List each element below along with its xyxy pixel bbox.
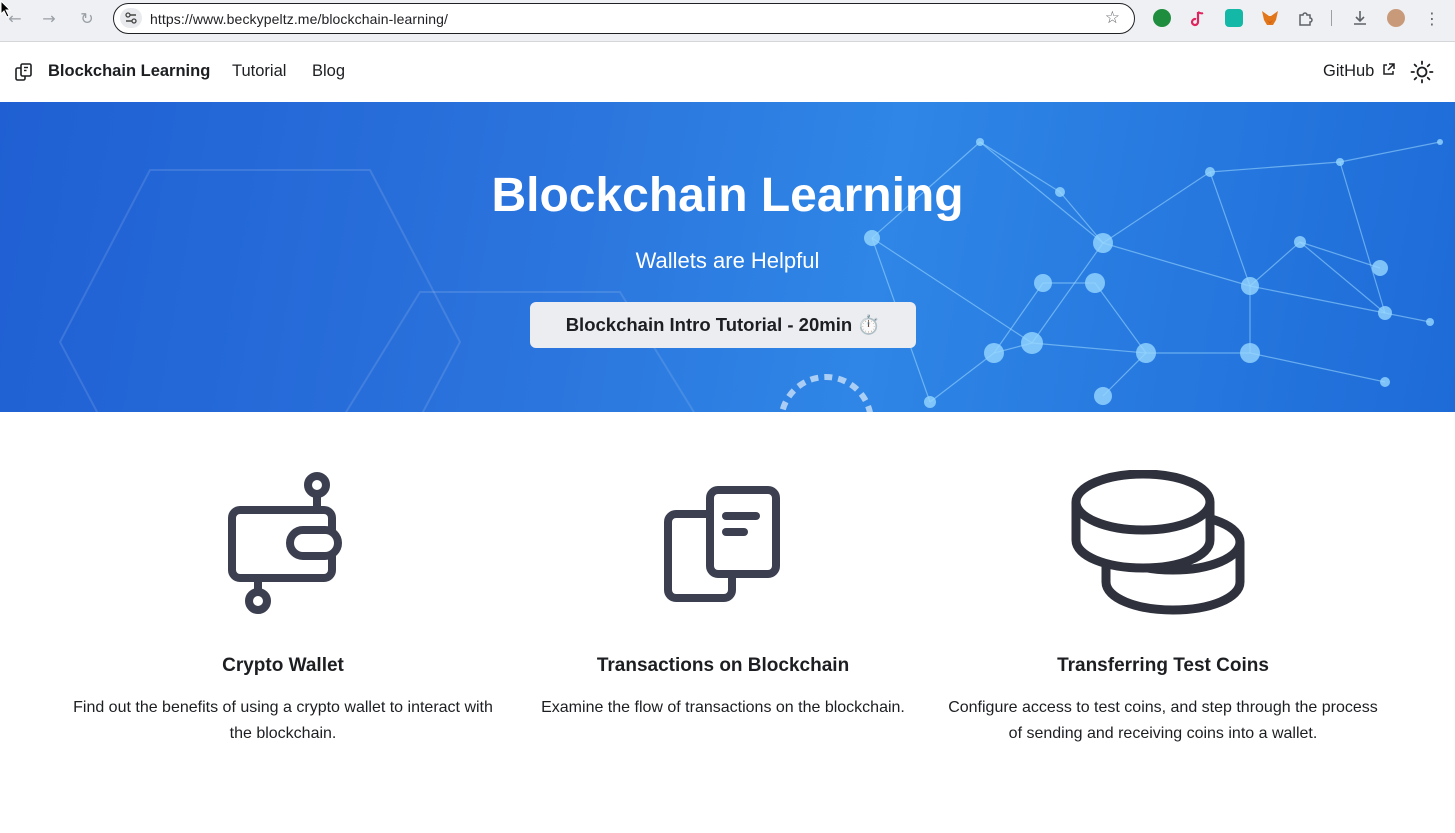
browser-menu-icon[interactable]: ⋮	[1421, 8, 1443, 28]
toolbar-divider	[1331, 10, 1332, 26]
theme-toggle-sun-icon[interactable]	[1410, 60, 1434, 89]
grammarly-extension-icon[interactable]	[1153, 9, 1171, 27]
documents-icon	[664, 486, 780, 602]
github-link-label: GitHub	[1323, 62, 1375, 80]
feature-title: Crypto Wallet	[222, 655, 344, 676]
url-text[interactable]: https://www.beckypeltz.me/blockchain-lea…	[150, 11, 448, 27]
logo-icon[interactable]	[14, 62, 34, 87]
metamask-fox-icon[interactable]	[1261, 9, 1279, 27]
site-navbar: Blockchain Learning Tutorial Blog GitHub	[0, 42, 1455, 102]
external-link-icon	[1383, 63, 1395, 75]
hero-banner: Blockchain Learning Wallets are Helpful …	[0, 102, 1455, 412]
mouse-cursor-icon	[0, 0, 12, 18]
download-icon[interactable]	[1351, 9, 1369, 27]
feature-title: Transactions on Blockchain	[596, 655, 850, 676]
coins-icon	[1071, 470, 1245, 615]
nav-link-blog[interactable]: Blog	[312, 62, 345, 81]
hero-subtitle: Wallets are Helpful	[635, 248, 820, 273]
github-link[interactable]: GitHub	[1323, 62, 1395, 81]
wallet-icon	[228, 472, 342, 614]
feature-description: Configure access to test coins, and step…	[948, 699, 1378, 742]
address-bar[interactable]: https://www.beckypeltz.me/blockchain-lea…	[113, 3, 1135, 34]
hero-title: Blockchain Learning	[491, 169, 964, 222]
forward-icon[interactable]: →	[38, 8, 60, 28]
bookmark-star-icon[interactable]: ☆	[1105, 8, 1120, 28]
feature-description: Find out the benefits of using a crypto …	[73, 699, 493, 742]
intro-tutorial-button[interactable]: Blockchain Intro Tutorial - 20min ⏱️	[530, 302, 916, 348]
site-info-icon[interactable]	[120, 8, 142, 28]
reload-icon[interactable]: ↻	[76, 8, 98, 28]
app-extension-icon[interactable]	[1225, 9, 1243, 27]
extensions-puzzle-icon[interactable]	[1297, 9, 1315, 27]
nav-link-tutorial[interactable]: Tutorial	[232, 62, 286, 81]
feature-description: Examine the flow of transactions on the …	[541, 699, 905, 716]
brand-title[interactable]: Blockchain Learning	[48, 62, 210, 81]
feature-title: Transferring Test Coins	[1057, 655, 1269, 676]
browser-toolbar: ← → ↻ https://www.beckypeltz.me/blockcha…	[0, 0, 1455, 42]
music-extension-icon[interactable]	[1189, 9, 1207, 27]
profile-avatar[interactable]	[1387, 9, 1405, 27]
